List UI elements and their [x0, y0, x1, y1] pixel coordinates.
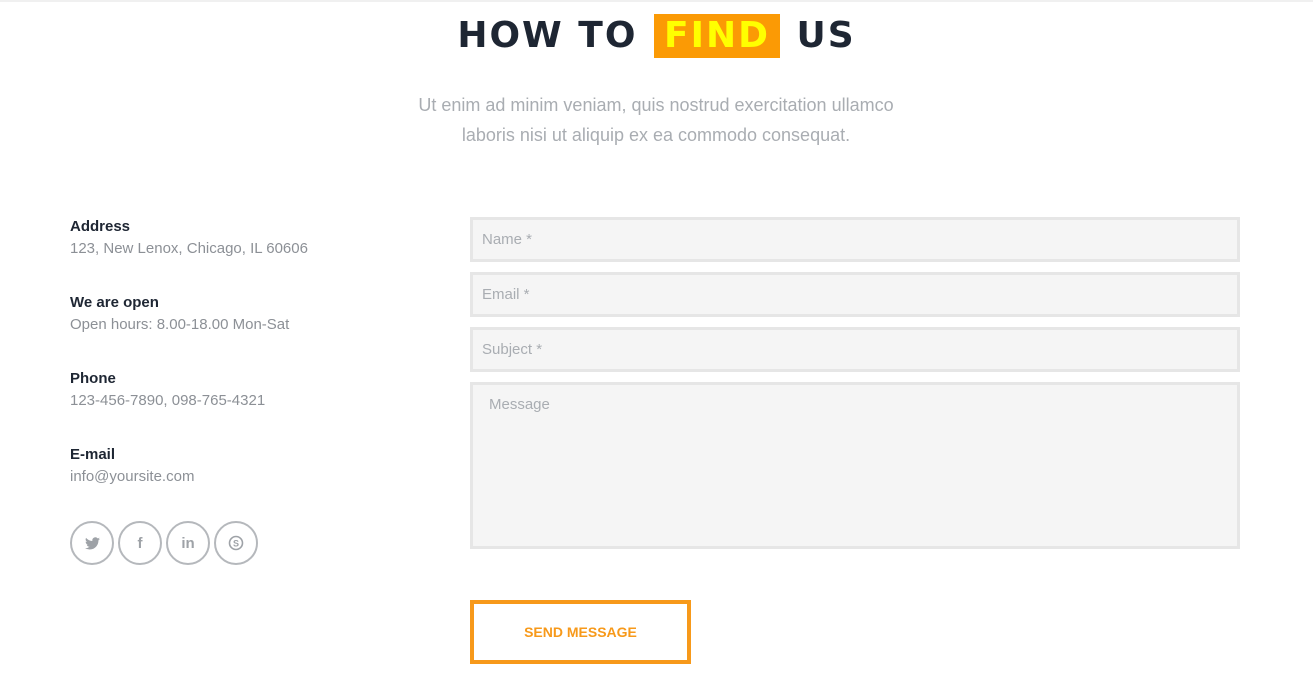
send-message-button[interactable]: SEND MESSAGE	[470, 600, 691, 664]
name-input[interactable]: Name *	[470, 217, 1240, 262]
name-placeholder: Name *	[482, 231, 533, 248]
message-textarea[interactable]: Message	[470, 382, 1240, 549]
heading-highlight: FIND	[653, 14, 780, 58]
skype-icon: S	[228, 535, 244, 551]
email-placeholder: Email *	[482, 286, 530, 303]
subject-placeholder: Subject *	[482, 341, 543, 358]
info-email: E-mail info@yoursite.com	[70, 444, 410, 520]
twitter-button[interactable]	[70, 521, 114, 565]
info-value: Open hours: 8.00-18.00 Mon-Sat	[70, 316, 290, 333]
section-subtitle: Ut enim ad minim veniam, quis nostrud ex…	[356, 90, 956, 150]
info-hours: We are open Open hours: 8.00-18.00 Mon-S…	[70, 292, 410, 368]
info-label: Address	[70, 218, 131, 235]
info-label: E-mail	[70, 446, 116, 463]
info-value: 123-456-7890, 098-765-4321	[70, 392, 266, 409]
heading-before: HOW TO	[457, 15, 652, 56]
subtitle-line-2: laboris nisi ut aliquip ex ea commodo co…	[461, 125, 851, 145]
facebook-button[interactable]: f	[118, 521, 162, 565]
info-value: info@yoursite.com	[70, 468, 195, 485]
linkedin-button[interactable]: in	[166, 521, 210, 565]
heading-after: US	[781, 15, 856, 56]
subject-input[interactable]: Subject *	[470, 327, 1240, 372]
send-message-label: SEND MESSAGE	[524, 624, 637, 640]
skype-button[interactable]: S	[214, 521, 258, 565]
email-input[interactable]: Email *	[470, 272, 1240, 317]
info-address: Address 123, New Lenox, Chicago, IL 6060…	[70, 216, 410, 292]
message-placeholder: Message	[489, 396, 550, 413]
contact-form: Name * Email * Subject * Message	[470, 217, 1240, 559]
twitter-icon	[84, 536, 100, 549]
top-divider	[0, 0, 1313, 2]
svg-text:S: S	[233, 539, 239, 549]
social-links: f in S	[70, 521, 258, 565]
info-label: We are open	[70, 294, 159, 311]
linkedin-icon: in	[181, 534, 195, 552]
facebook-icon: f	[137, 534, 143, 552]
info-phone: Phone 123-456-7890, 098-765-4321	[70, 368, 410, 444]
section-heading: HOW TO FIND US	[0, 14, 1313, 58]
subtitle-line-1: Ut enim ad minim veniam, quis nostrud ex…	[418, 95, 894, 115]
info-label: Phone	[70, 370, 116, 387]
info-value: 123, New Lenox, Chicago, IL 60606	[70, 240, 308, 257]
contact-info: Address 123, New Lenox, Chicago, IL 6060…	[70, 216, 410, 520]
